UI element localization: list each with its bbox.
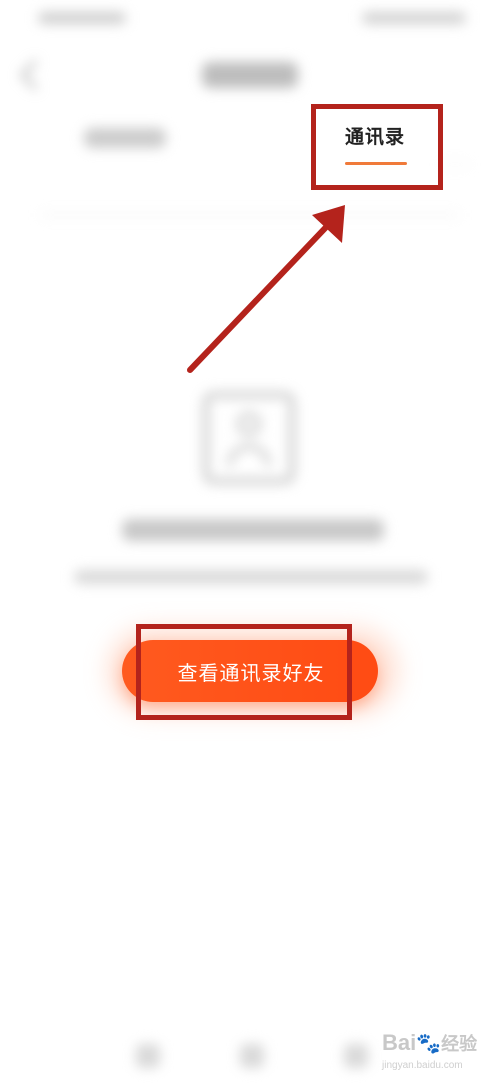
- status-bar: [0, 0, 500, 40]
- tab-line: [440, 164, 470, 165]
- status-right-blob: [362, 12, 466, 24]
- nav-bar: [0, 50, 500, 106]
- person-head-icon: [237, 412, 261, 436]
- back-icon[interactable]: [19, 59, 51, 91]
- baidu-watermark: Bai🐾经验 jingyan.baidu.com: [382, 1028, 490, 1078]
- tab-other[interactable]: [84, 128, 166, 148]
- contacts-placeholder-icon: [203, 392, 295, 484]
- annotation-box-button: [136, 624, 352, 720]
- page-title: [202, 62, 298, 88]
- person-body-icon: [227, 444, 271, 466]
- watermark-brand: Bai🐾经验: [382, 1030, 477, 1056]
- bottom-icon-2[interactable]: [240, 1044, 264, 1068]
- status-left-blob: [38, 12, 126, 24]
- watermark-brand-suffix: 经验: [441, 1034, 478, 1054]
- watermark-brand-text: Bai: [382, 1030, 417, 1055]
- paw-icon: 🐾: [416, 1033, 442, 1055]
- empty-state-title: [122, 519, 384, 541]
- bottom-icon-1[interactable]: [136, 1044, 160, 1068]
- empty-state-description: [74, 570, 428, 584]
- watermark-url: jingyan.baidu.com: [382, 1060, 463, 1071]
- bottom-icon-3[interactable]: [344, 1044, 368, 1068]
- annotation-box-tab: [311, 104, 443, 190]
- annotation-arrow: [187, 205, 345, 373]
